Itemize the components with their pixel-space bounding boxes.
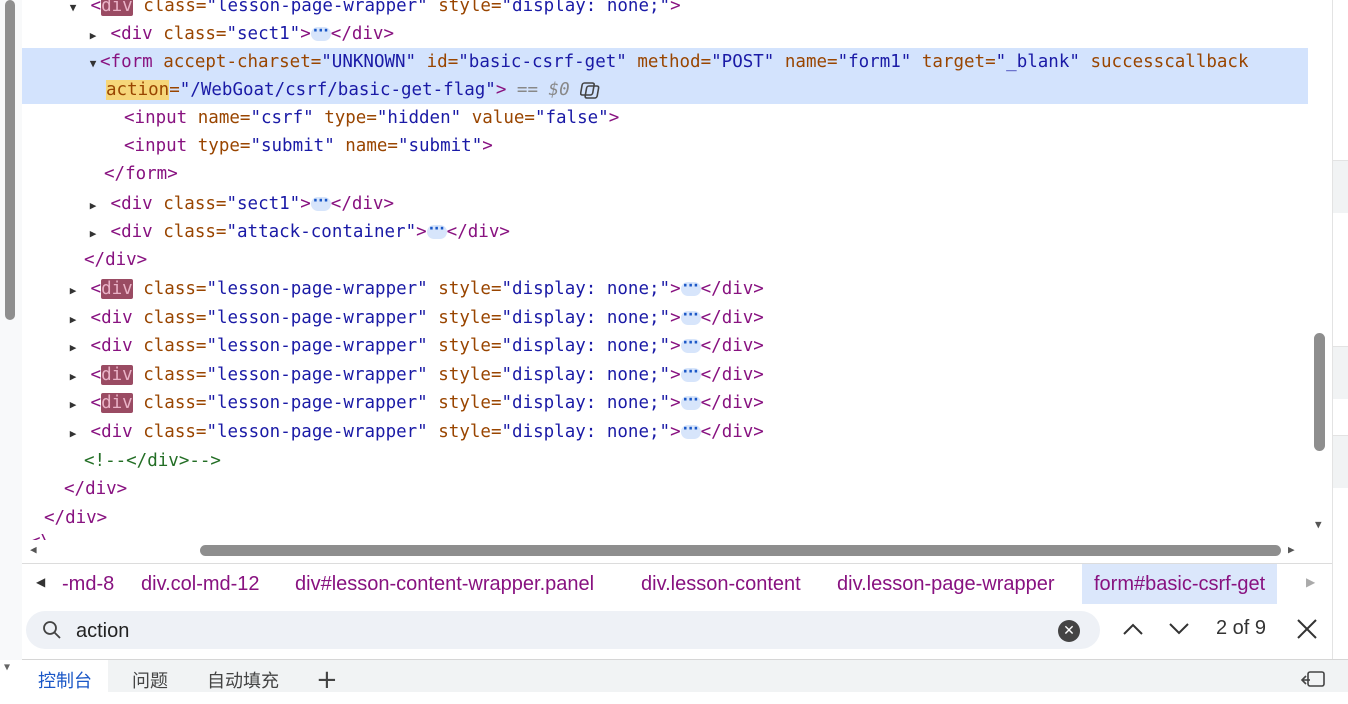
tree-node-lesson-wrapper[interactable]: ▶ <div class="lesson-page-wrapper" style… xyxy=(22,275,1308,303)
ellipsis-icon[interactable]: ··· xyxy=(680,393,701,410)
search-icon xyxy=(43,621,61,639)
expand-triangle-icon[interactable]: ▶ xyxy=(66,334,80,362)
scroll-right-icon[interactable]: ▶ xyxy=(1288,543,1295,556)
tree-horizontal-scrollbar[interactable]: ◀ ▶ xyxy=(22,540,1308,562)
breadcrumb-item[interactable]: div#lesson-content-wrapper.panel xyxy=(295,564,594,604)
search-highlight-current: action xyxy=(106,80,170,100)
expand-triangle-icon[interactable]: ▶ xyxy=(66,306,80,334)
match-count: 2 of 9 xyxy=(1216,617,1267,639)
tree-node-lesson-wrapper[interactable]: ▶ <div class="lesson-page-wrapper" style… xyxy=(22,304,1308,332)
expand-triangle-icon[interactable]: ▶ xyxy=(66,391,80,419)
ellipsis-icon[interactable]: ··· xyxy=(426,222,447,239)
search-bar: ✕ 2 of 9 xyxy=(22,604,1332,656)
tree-vertical-scrollbar[interactable]: ▼ xyxy=(1308,0,1332,540)
search-highlight: div xyxy=(101,393,133,413)
ellipsis-icon[interactable]: ··· xyxy=(680,279,701,296)
dom-layers-icon[interactable] xyxy=(580,80,604,100)
clear-search-icon[interactable]: ✕ xyxy=(1058,620,1080,642)
drawer-tabbar: 控制台 问题 自动填充 + xyxy=(22,659,1348,695)
search-input[interactable] xyxy=(74,615,1038,647)
tab-autofill[interactable]: 自动填充 xyxy=(207,660,279,692)
ellipsis-icon[interactable]: ··· xyxy=(680,308,701,325)
breadcrumb: ◀ -md-8 div.col-md-12 div#lesson-content… xyxy=(22,563,1332,605)
expand-triangle-icon[interactable]: ▶ xyxy=(86,220,100,248)
tree-node-lesson-wrapper[interactable]: ▶ <div class="lesson-page-wrapper" style… xyxy=(22,361,1308,389)
page-scrollbar[interactable]: ▼ xyxy=(0,0,22,673)
tree-vertical-scrollbar-thumb[interactable] xyxy=(1314,333,1325,451)
tree-node-form-close[interactable]: </form> xyxy=(22,160,1308,188)
expand-triangle-icon[interactable]: ▶ xyxy=(86,22,100,50)
expand-triangle-icon[interactable]: ▶ xyxy=(86,192,100,220)
collapse-triangle-icon[interactable]: ▼ xyxy=(66,0,80,22)
ellipsis-icon[interactable]: ··· xyxy=(310,194,331,211)
search-highlight: div xyxy=(101,279,133,299)
tree-node-clipped: <\... xyxy=(22,528,1308,540)
expand-triangle-icon[interactable]: ▶ xyxy=(66,420,80,448)
breadcrumb-item[interactable]: div.col-md-12 xyxy=(141,564,260,604)
search-highlight: div xyxy=(101,0,133,16)
tree-node-lesson-wrapper[interactable]: ▶ <div class="lesson-page-wrapper" style… xyxy=(22,389,1308,417)
tree-node-div-close[interactable]: </div> xyxy=(22,246,1308,274)
scroll-down-icon[interactable]: ▼ xyxy=(1315,518,1322,531)
breadcrumb-scroll-left-icon[interactable]: ◀ xyxy=(36,575,45,589)
ellipsis-icon[interactable]: ··· xyxy=(680,365,701,382)
tree-horizontal-scrollbar-thumb[interactable] xyxy=(200,545,1281,556)
expand-triangle-icon[interactable]: ▶ xyxy=(66,277,80,305)
tree-node-input-csrf[interactable]: <input name="csrf" type="hidden" value="… xyxy=(22,104,1308,132)
ellipsis-icon[interactable]: ··· xyxy=(680,422,701,439)
page-scrollbar-thumb[interactable] xyxy=(5,0,15,320)
close-icon[interactable] xyxy=(1296,618,1318,640)
breadcrumb-item[interactable]: -md-8 xyxy=(62,564,114,604)
search-highlight: div xyxy=(101,365,133,385)
page-scroll-down-icon[interactable]: ▼ xyxy=(4,662,10,673)
breadcrumb-scroll-right-icon[interactable]: ▶ xyxy=(1306,575,1315,589)
breadcrumb-item[interactable]: div.lesson-content xyxy=(641,564,801,604)
tree-node-sect1[interactable]: ▶ <div class="sect1"> ··· </div> xyxy=(22,20,1308,48)
styles-panel-edge xyxy=(1332,0,1348,660)
tree-node-form-selected[interactable]: ▼ <form accept-charset="UNKNOWN" id="basi… xyxy=(22,48,1308,104)
tree-node-lesson-wrapper-open[interactable]: ▼ <div class="lesson-page-wrapper" style… xyxy=(22,0,1308,20)
tree-node-div-close[interactable]: </div> xyxy=(22,475,1308,503)
expand-triangle-icon[interactable]: ▶ xyxy=(66,363,80,391)
tree-node-input-submit[interactable]: <input type="submit" name="submit"> xyxy=(22,132,1308,160)
elements-tree: ▼ <div class="lesson-page-wrapper" style… xyxy=(22,0,1308,540)
next-match-icon[interactable] xyxy=(1168,618,1190,640)
tree-node-attack-container[interactable]: ▶ <div class="attack-container"> ··· </div… xyxy=(22,218,1308,246)
collapse-triangle-icon[interactable]: ▼ xyxy=(86,50,100,78)
tree-node-lesson-wrapper[interactable]: ▶ <div class="lesson-page-wrapper" style… xyxy=(22,418,1308,446)
tree-node-lesson-wrapper[interactable]: ▶ <div class="lesson-page-wrapper" style… xyxy=(22,332,1308,360)
ellipsis-icon[interactable]: ··· xyxy=(310,24,331,41)
search-box[interactable]: ✕ xyxy=(26,611,1100,649)
add-tab-icon[interactable]: + xyxy=(316,660,338,695)
breadcrumb-item-current[interactable]: form#basic-csrf-get xyxy=(1082,564,1278,604)
dock-panel-icon[interactable] xyxy=(1300,668,1328,692)
tab-console[interactable]: 控制台 xyxy=(22,660,108,692)
scroll-left-icon[interactable]: ◀ xyxy=(30,543,37,556)
previous-match-icon[interactable] xyxy=(1122,618,1144,640)
tab-issues[interactable]: 问题 xyxy=(132,660,168,692)
tree-node-sect1-2[interactable]: ▶ <div class="sect1"> ··· </div> xyxy=(22,190,1308,218)
ellipsis-icon[interactable]: ··· xyxy=(680,336,701,353)
tree-node-comment[interactable]: <!--</div>--> xyxy=(22,447,1308,475)
breadcrumb-item[interactable]: div.lesson-page-wrapper xyxy=(837,564,1055,604)
